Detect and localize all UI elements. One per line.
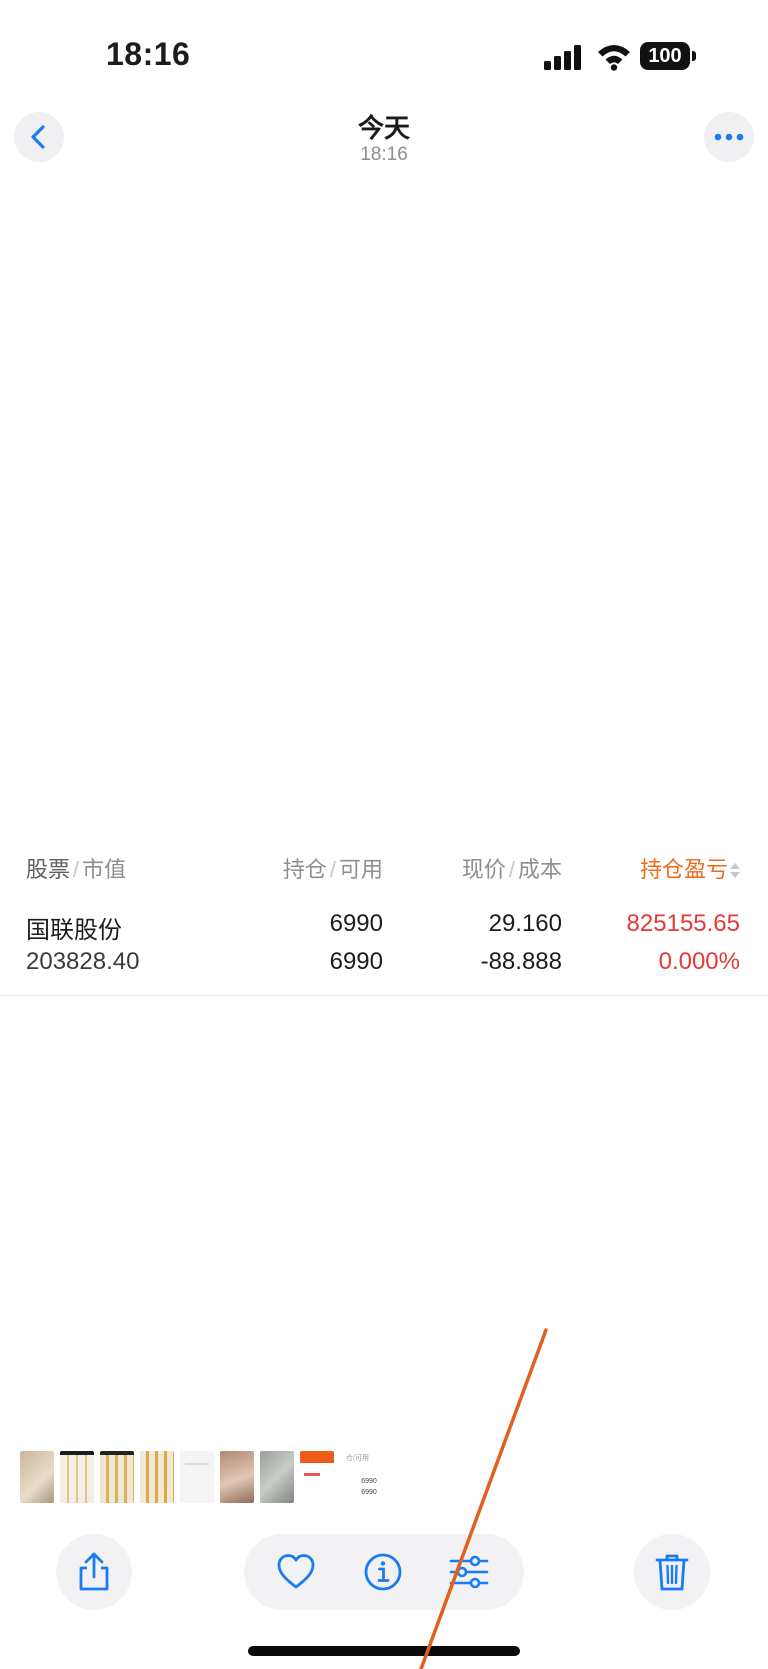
status-time: 18:16	[106, 36, 191, 72]
thumbnail[interactable]	[220, 1451, 254, 1503]
thumbnail[interactable]	[100, 1451, 134, 1503]
delete-button[interactable]	[634, 1534, 710, 1610]
home-indicator[interactable]	[248, 1646, 520, 1656]
current-price: 29.160	[488, 910, 562, 937]
nav-title: 今天	[357, 113, 410, 143]
trash-icon	[655, 1554, 689, 1591]
more-button[interactable]	[704, 112, 754, 162]
thumb-label: 仓/可用	[346, 1455, 369, 1462]
header-price-cost: 现价 / 成本	[461, 857, 562, 882]
position-qty: 6990	[329, 910, 383, 937]
thumbnail[interactable]	[140, 1451, 174, 1503]
thumbnail[interactable]	[300, 1451, 334, 1503]
cost-price: -88.888	[480, 948, 562, 975]
thumbnail[interactable]	[180, 1451, 214, 1503]
header-position-available: 持仓 / 可用	[282, 857, 383, 882]
heart-icon[interactable]	[274, 1550, 318, 1594]
header-pnl: 持仓盈亏	[640, 852, 740, 884]
position-pnl: 825155.65	[626, 910, 740, 937]
position-pnl-pct: 0.000%	[658, 948, 740, 975]
info-icon[interactable]	[361, 1550, 405, 1594]
battery-level: 100	[640, 42, 690, 70]
share-icon	[79, 1552, 109, 1591]
market-value: 203828.40	[26, 948, 140, 975]
stock-name: 国联股份	[26, 917, 122, 944]
thumbnail-current[interactable]: 仓/可用 6990 6990	[340, 1451, 398, 1503]
status-bar: 18:16 100	[0, 0, 768, 100]
thumbnail[interactable]	[20, 1451, 54, 1503]
cellular-signal-icon	[544, 44, 584, 70]
available-qty: 6990	[329, 948, 383, 975]
thumbnail-strip[interactable]: 仓/可用 6990 6990	[20, 1451, 398, 1503]
battery-icon: 100	[640, 42, 696, 70]
nav-subtitle: 18:16	[360, 144, 408, 165]
stock-holding-table: 股票 / 市值 持仓 / 可用 现价 / 成本 持仓盈亏 国联股份 203828.40 69…	[0, 840, 768, 996]
thumbnail[interactable]	[60, 1451, 94, 1503]
sliders-icon[interactable]	[447, 1550, 491, 1594]
header-stock-market-value: 股票 / 市值	[26, 857, 127, 882]
wifi-icon	[598, 45, 630, 71]
thumb-value-2: 6990	[361, 1489, 377, 1496]
thumbnail[interactable]	[260, 1451, 294, 1503]
annotation-line	[419, 1328, 548, 1669]
sort-icon	[730, 863, 740, 879]
share-button[interactable]	[56, 1534, 132, 1610]
ellipsis-icon	[714, 133, 744, 141]
thumb-value-1: 6990	[361, 1478, 377, 1485]
